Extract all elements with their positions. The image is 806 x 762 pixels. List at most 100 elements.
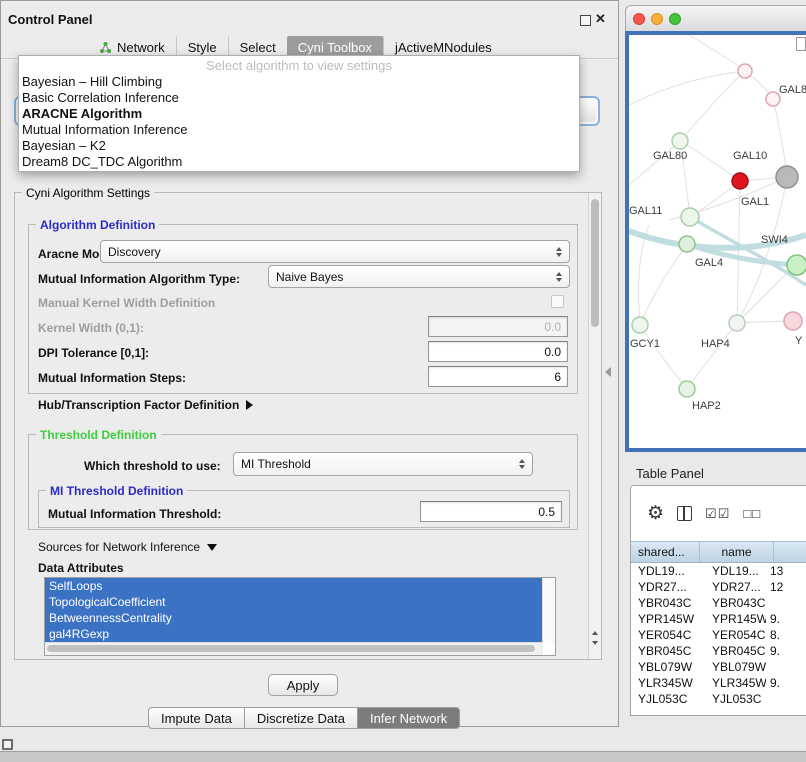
tab-discretize-data[interactable]: Discretize Data <box>245 707 358 729</box>
network-node[interactable] <box>766 92 780 106</box>
close-icon[interactable]: ✕ <box>595 11 606 27</box>
tab-label: jActiveMNodules <box>395 40 492 55</box>
network-window-titlebar <box>625 5 806 32</box>
settings-scrollbar[interactable] <box>588 193 601 659</box>
table-row[interactable]: YLR345W YLR345W 9. <box>631 675 806 691</box>
algorithm-option[interactable]: Bayesian – Hill Climbing <box>19 74 579 90</box>
zoom-traffic-light[interactable] <box>669 13 681 25</box>
combo-arrows-icon <box>519 459 525 469</box>
algorithm-option[interactable]: Dream8 DC_TDC Algorithm <box>19 154 579 170</box>
table-row[interactable]: YDR27... YDR27... 12 <box>631 579 806 595</box>
scrollbar-thumb[interactable] <box>47 645 535 652</box>
table-row[interactable]: YPR145W YPR145W 9. <box>631 611 806 627</box>
network-node-gal11[interactable] <box>681 208 699 226</box>
dpi-tolerance-label: DPI Tolerance [0,1]: <box>38 346 149 360</box>
node-label: GAL10 <box>733 150 767 162</box>
network-node-gal80[interactable] <box>672 133 688 149</box>
float-window-icon[interactable] <box>580 15 591 26</box>
data-attributes-label: Data Attributes <box>38 561 124 575</box>
highlighted-edges <box>629 217 806 285</box>
which-threshold-select[interactable]: MI Threshold <box>233 452 533 476</box>
dpi-tolerance-input[interactable]: 0.0 <box>428 341 568 362</box>
deselect-all-icon[interactable]: □□ <box>743 506 761 521</box>
column-header-shared-name[interactable]: shared... <box>631 542 700 562</box>
table-row[interactable]: YER054C YER054C 8. <box>631 627 806 643</box>
network-node-hap4[interactable] <box>729 315 745 331</box>
node-label: GAL4 <box>695 257 723 269</box>
attribute-item-selected[interactable]: TopologicalCoefficient <box>45 594 547 610</box>
table-row[interactable]: YBL079W YBL079W <box>631 659 806 675</box>
network-node-pink[interactable] <box>784 312 802 330</box>
gear-icon[interactable]: ⚙ <box>647 502 664 525</box>
table-row[interactable]: YDL19... YDL19... 13 <box>631 563 806 579</box>
combo-arrows-icon <box>556 247 562 257</box>
column-header-extra[interactable] <box>774 542 806 562</box>
restore-panel-icon[interactable] <box>2 739 13 750</box>
network-node[interactable] <box>738 64 752 78</box>
expanded-arrow-icon <box>207 544 217 551</box>
popup-placeholder: Select algorithm to view settings <box>19 57 579 74</box>
table-row[interactable]: YBR043C YBR043C <box>631 595 806 611</box>
apply-button[interactable]: Apply <box>268 674 338 696</box>
hub-section-toggle[interactable]: Hub/Transcription Factor Definition <box>38 398 253 412</box>
network-node-gray[interactable] <box>776 166 798 188</box>
algorithm-option[interactable]: Bayesian – K2 <box>19 138 579 154</box>
table-row[interactable]: YBR045C YBR045C 9. <box>631 643 806 659</box>
table-panel-title: Table Panel <box>636 466 704 481</box>
node-label: GCY1 <box>630 338 660 350</box>
scroll-down-icon[interactable] <box>592 641 598 645</box>
table-header-row: shared... name <box>631 541 806 563</box>
list-vertical-scrollbar[interactable] <box>542 578 555 643</box>
window-title: Control Panel <box>8 12 93 27</box>
node-label: HAP4 <box>701 338 730 350</box>
algorithm-option[interactable]: Mutual Information Inference <box>19 122 579 138</box>
selected-value: Discovery <box>108 245 161 259</box>
network-canvas[interactable]: GAL8 GAL80 GAL10 GAL11 GAL1 SWI4 GAL4 GC… <box>629 35 806 448</box>
tab-impute-data[interactable]: Impute Data <box>148 707 245 729</box>
mi-steps-input[interactable]: 6 <box>428 366 568 387</box>
scrollbar-thumb[interactable] <box>591 199 599 327</box>
select-all-icon[interactable]: ☑☑ <box>705 506 730 522</box>
list-horizontal-scrollbar[interactable] <box>45 642 543 655</box>
columns-icon[interactable] <box>677 506 692 521</box>
selected-value: MI Threshold <box>241 457 311 471</box>
manual-kernel-checkbox[interactable] <box>551 295 564 308</box>
algorithm-option[interactable]: Basic Correlation Inference <box>19 90 579 106</box>
group-title: Cyni Algorithm Settings <box>22 186 154 200</box>
bottom-tab-bar: Impute Data Discretize Data Infer Networ… <box>148 707 460 729</box>
tab-label: Cyni Toolbox <box>298 40 372 55</box>
table-row[interactable]: YJL053C YJL053C <box>631 691 806 707</box>
tab-infer-network[interactable]: Infer Network <box>358 707 460 729</box>
bottom-status-strip <box>0 751 806 762</box>
network-node-selected-red[interactable] <box>732 173 748 189</box>
column-header-name[interactable]: name <box>700 542 774 562</box>
network-node-gcy1[interactable] <box>632 317 648 333</box>
network-node-hap2[interactable] <box>679 381 695 397</box>
aracne-mode-select[interactable]: Discovery <box>100 240 570 263</box>
mi-threshold-label: Mutual Information Threshold: <box>48 507 221 521</box>
scroll-up-icon[interactable] <box>592 631 598 635</box>
splitter-collapse-icon[interactable] <box>605 367 611 377</box>
kernel-width-label: Kernel Width (0,1): <box>38 321 144 335</box>
attribute-item-selected[interactable]: BetweennessCentrality <box>45 610 547 626</box>
group-title: Threshold Definition <box>36 428 161 442</box>
collapsed-arrow-icon <box>246 400 253 410</box>
network-node-green[interactable] <box>787 255 806 275</box>
mi-type-select[interactable]: Naive Bayes <box>268 265 570 288</box>
network-node-gal4[interactable] <box>679 236 695 252</box>
algorithm-option-selected[interactable]: ARACNE Algorithm <box>19 106 579 122</box>
kernel-width-input[interactable]: 0.0 <box>428 316 568 337</box>
tab-label: Network <box>117 40 165 55</box>
combo-arrows-icon <box>556 272 562 282</box>
mi-threshold-input[interactable]: 0.5 <box>420 501 562 522</box>
group-title: Algorithm Definition <box>36 218 159 232</box>
attribute-item-selected[interactable]: gal4RGexp <box>45 626 547 642</box>
close-traffic-light[interactable] <box>633 13 645 25</box>
attribute-item-selected[interactable]: SelfLoops <box>45 578 547 594</box>
mi-type-label: Mutual Information Algorithm Type: <box>38 272 240 286</box>
table-body: YDL19... YDL19... 13 YDR27... YDR27... 1… <box>631 563 806 707</box>
node-label: GAL8 <box>779 84 806 96</box>
minimize-traffic-light[interactable] <box>651 13 663 25</box>
sources-section-toggle[interactable]: Sources for Network Inference <box>38 540 217 554</box>
sources-section-label: Sources for Network Inference <box>38 540 200 554</box>
